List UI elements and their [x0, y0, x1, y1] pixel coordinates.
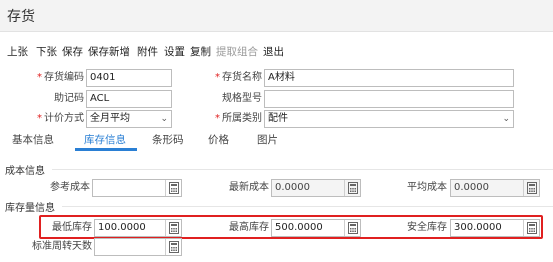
chevron-down-icon: ⌄: [502, 114, 510, 124]
category-select[interactable]: 配件 ⌄: [264, 110, 514, 128]
tab-barcode[interactable]: 条形码: [152, 132, 184, 147]
latest-cost-label: 最新成本: [229, 182, 269, 193]
mnemonic-label: 助记码: [54, 93, 84, 104]
section-divider: [62, 206, 553, 207]
min-stock-label: 最低库存: [52, 222, 92, 233]
tab-price[interactable]: 价格: [208, 132, 229, 147]
category-label: * 所属类别: [215, 113, 262, 124]
stock-section-title: 库存量信息: [5, 203, 55, 214]
prev-record-button[interactable]: 上张: [7, 44, 28, 59]
spec-model-label: 规格型号: [222, 93, 262, 104]
category-value: 配件: [268, 113, 288, 124]
attachment-button[interactable]: 附件: [137, 44, 158, 59]
active-tab-indicator: [75, 148, 137, 151]
calculator-icon[interactable]: [344, 180, 360, 196]
safety-stock-label: 安全库存: [407, 222, 447, 233]
mnemonic-input[interactable]: ACL: [86, 90, 172, 108]
cost-section-title: 成本信息: [5, 166, 45, 177]
title-bar: 存货: [0, 0, 553, 32]
inventory-code-label: * 存货编码: [37, 72, 84, 83]
tab-basic-info[interactable]: 基本信息: [12, 132, 54, 147]
tab-inventory-info[interactable]: 库存信息: [84, 132, 126, 147]
turnover-days-label: 标准周转天数: [32, 241, 92, 252]
required-marker: *: [37, 113, 42, 124]
inventory-code-input[interactable]: 0401: [86, 69, 172, 87]
section-divider: [52, 169, 553, 170]
save-and-new-button[interactable]: 保存新增: [88, 44, 130, 59]
max-stock-label: 最高库存: [229, 222, 269, 233]
average-cost-label: 平均成本: [407, 182, 447, 193]
required-marker: *: [215, 72, 220, 83]
calculator-icon[interactable]: [165, 239, 181, 255]
calculator-icon[interactable]: [165, 180, 181, 196]
calculator-icon[interactable]: [523, 180, 539, 196]
save-button[interactable]: 保存: [62, 44, 83, 59]
required-marker: *: [215, 113, 220, 124]
exit-button[interactable]: 退出: [263, 44, 284, 59]
costing-method-label: * 计价方式: [37, 113, 84, 124]
page-title: 存货: [7, 9, 35, 25]
reference-cost-label: 参考成本: [50, 182, 90, 193]
tab-image[interactable]: 图片: [257, 132, 278, 147]
inventory-name-label: * 存货名称: [215, 72, 262, 83]
required-marker: *: [37, 72, 42, 83]
spec-model-input[interactable]: [264, 90, 514, 108]
extract-combination-button[interactable]: 提取组合: [216, 44, 258, 59]
chevron-down-icon: ⌄: [160, 114, 168, 124]
next-record-button[interactable]: 下张: [36, 44, 57, 59]
copy-button[interactable]: 复制: [190, 44, 211, 59]
inventory-name-input[interactable]: A材料: [264, 69, 514, 87]
calculator-icon[interactable]: [165, 220, 181, 236]
costing-method-select[interactable]: 全月平均 ⌄: [86, 110, 172, 128]
settings-button[interactable]: 设置: [164, 44, 185, 59]
calculator-icon[interactable]: [523, 220, 539, 236]
calculator-icon[interactable]: [344, 220, 360, 236]
costing-method-value: 全月平均: [90, 113, 130, 124]
